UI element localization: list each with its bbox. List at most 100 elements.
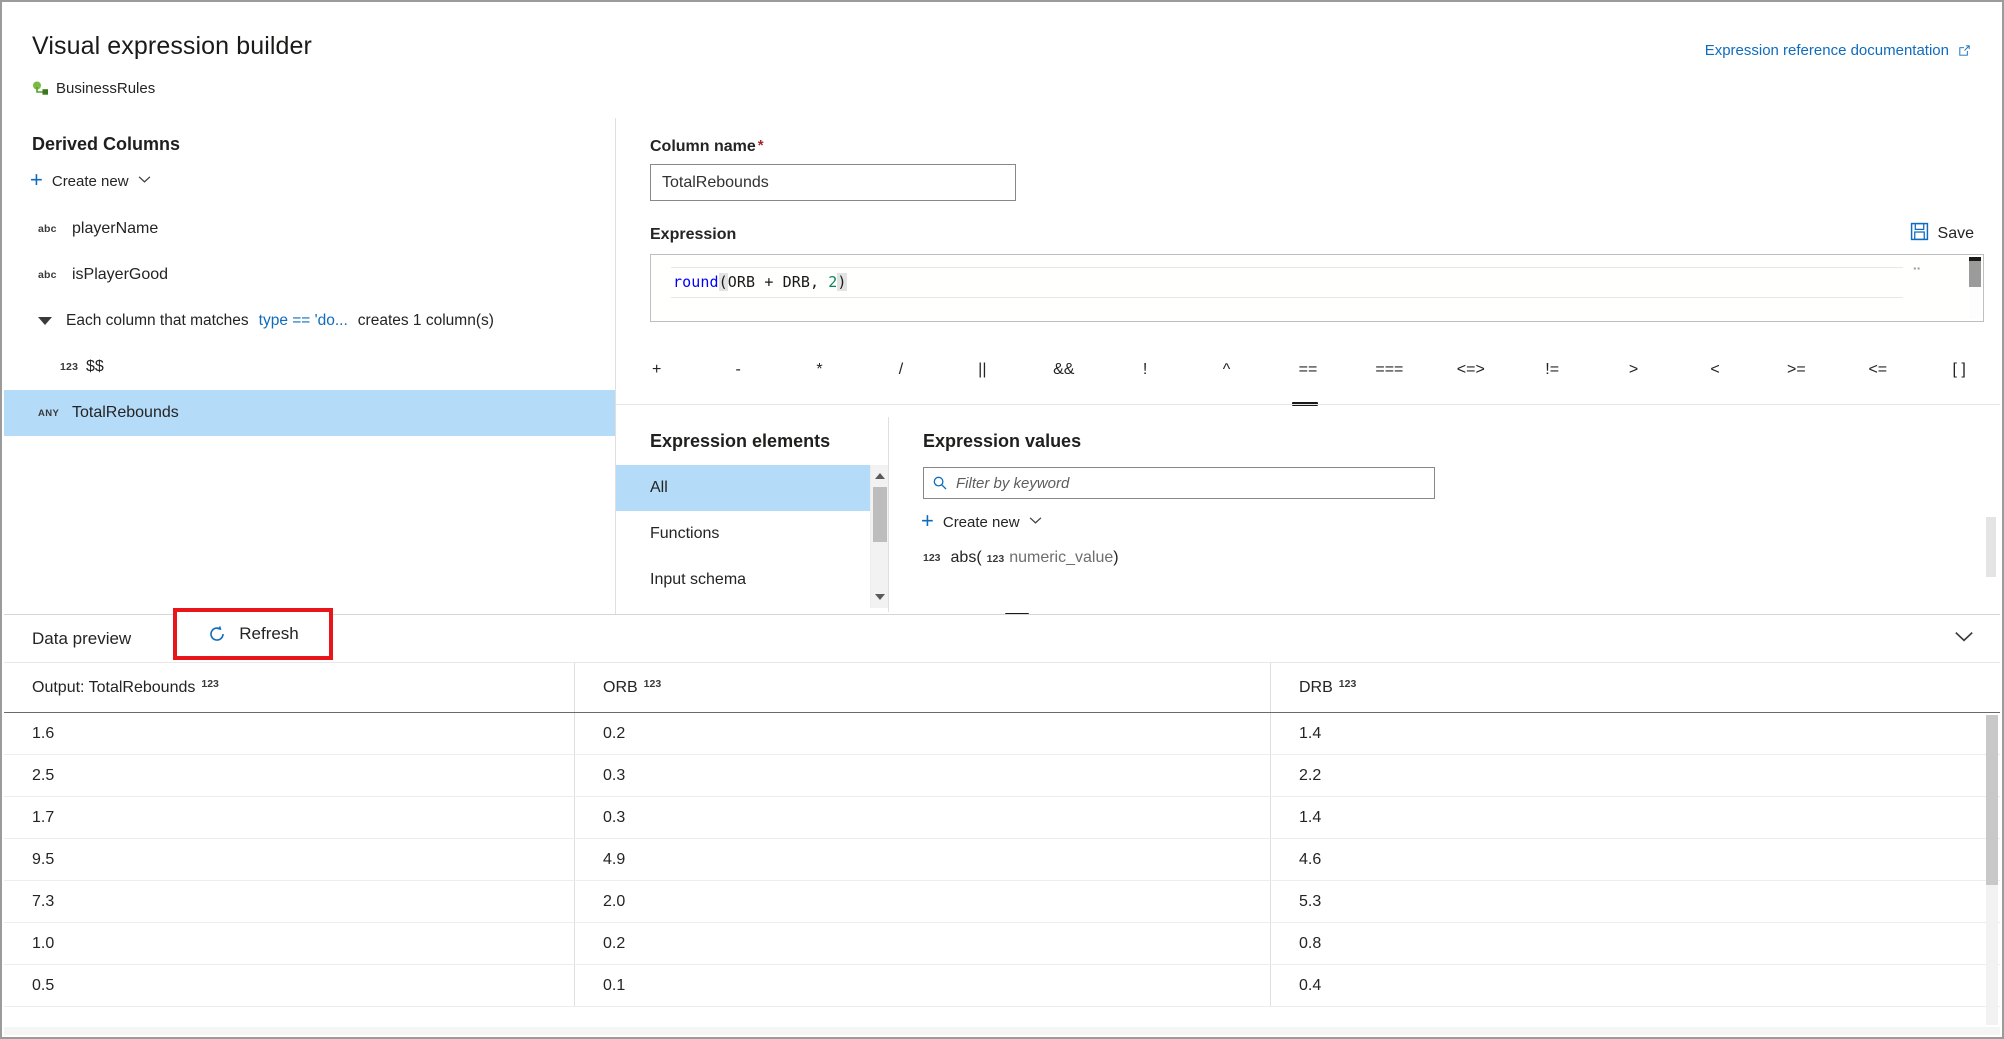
code-minimap-marker: ▪▪ — [1913, 264, 1921, 273]
table-row[interactable]: 1.7 0.3 1.4 — [4, 797, 2000, 839]
derived-column-stream-icon — [32, 81, 49, 96]
table-cell: 0.5 — [4, 965, 575, 1006]
data-preview-panel: Data preview Refresh Output: TotalReboun… — [4, 614, 2000, 1035]
expression-element-functions[interactable]: Functions — [616, 511, 870, 557]
operator-less-than[interactable]: < — [1674, 362, 1755, 378]
operator-strict-equals[interactable]: === — [1349, 362, 1430, 378]
table-cell: 9.5 — [4, 839, 575, 880]
column-header-drb[interactable]: DRB 123 — [1271, 663, 2000, 712]
refresh-button-annotation: Refresh — [173, 608, 333, 660]
operator-divide[interactable]: / — [860, 362, 941, 378]
column-name-label: playerName — [72, 220, 158, 238]
token-function: round — [673, 273, 719, 291]
expression-code-editor[interactable]: ▪▪ round(ORB + DRB, 2) — [650, 254, 1984, 322]
stream-breadcrumb[interactable]: BusinessRules — [32, 80, 155, 97]
operator-greater-equal[interactable]: >= — [1756, 362, 1837, 378]
filter-keyword-field[interactable] — [923, 467, 1435, 499]
table-cell: 0.4 — [1271, 965, 2000, 1006]
expression-values-scrollbar[interactable] — [1986, 517, 1996, 577]
operator-greater-than[interactable]: > — [1593, 362, 1674, 378]
expression-element-all[interactable]: All — [616, 465, 870, 511]
expression-values-title: Expression values — [923, 431, 1081, 452]
expression-elements-list: All Functions Input schema — [616, 465, 870, 614]
create-new-label: Create new — [52, 173, 129, 190]
expression-value-item-abs[interactable]: 123 abs(123numeric_value) — [923, 549, 1119, 567]
expression-label: Expression — [650, 226, 736, 244]
table-header-row: Output: TotalRebounds 123 ORB 123 DRB 12… — [4, 663, 2000, 713]
function-signature: abs(123numeric_value) — [951, 549, 1119, 567]
plus-icon: + — [921, 510, 934, 532]
expression-elements-panel: Expression elements All Functions Input … — [616, 409, 888, 614]
chevron-down-icon — [1029, 516, 1042, 528]
table-horizontal-scrollbar[interactable] — [4, 1027, 2000, 1035]
triangle-down-icon — [38, 317, 52, 325]
create-new-column-button[interactable]: + Create new — [30, 170, 151, 192]
operator-or[interactable]: || — [942, 362, 1023, 378]
column-type-badge: 123 — [201, 678, 219, 690]
visual-expression-builder-window: Visual expression builder Expression ref… — [0, 0, 2004, 1039]
operator-less-equal[interactable]: <= — [1837, 362, 1918, 378]
column-name-label: $$ — [86, 358, 104, 376]
create-new-value-button[interactable]: + Create new — [921, 511, 1042, 533]
table-row[interactable]: 0.5 0.1 0.4 — [4, 965, 2000, 1007]
filter-input[interactable] — [954, 474, 1434, 493]
column-header-orb[interactable]: ORB 123 — [575, 663, 1271, 712]
table-row[interactable]: 7.3 2.0 5.3 — [4, 881, 2000, 923]
table-row[interactable]: 2.5 0.3 2.2 — [4, 755, 2000, 797]
data-preview-title: Data preview — [32, 629, 131, 649]
save-button[interactable]: Save — [1910, 222, 1974, 246]
token-args: ORB + DRB, — [728, 273, 828, 291]
table-row[interactable]: 9.5 4.9 4.6 — [4, 839, 2000, 881]
operator-not[interactable]: ! — [1104, 362, 1185, 378]
table-row[interactable]: 1.0 0.2 0.8 — [4, 923, 2000, 965]
operator-not-equals[interactable]: != — [1511, 362, 1592, 378]
close-paren: ) — [1113, 549, 1118, 566]
derived-column-item-dollar-dollar[interactable]: 123 $$ — [4, 344, 616, 390]
refresh-button[interactable]: Refresh — [239, 624, 299, 644]
operator-toolbar: + - * / || && ! ^ == === <=> != > < >= <… — [616, 350, 2000, 390]
expression-element-input-schema[interactable]: Input schema — [616, 557, 870, 603]
derived-column-item-isPlayerGood[interactable]: abc isPlayerGood — [4, 252, 616, 298]
operator-brackets[interactable]: [ ] — [1919, 362, 2000, 378]
save-label: Save — [1938, 225, 1974, 243]
table-cell: 0.3 — [575, 755, 1271, 796]
column-name-label: isPlayerGood — [72, 266, 168, 284]
operator-caret[interactable]: ^ — [1186, 362, 1267, 378]
derived-column-item-TotalRebounds[interactable]: ANY TotalRebounds — [4, 390, 616, 436]
table-cell: 1.4 — [1271, 797, 2000, 838]
table-vertical-scrollbar[interactable] — [1986, 715, 1998, 1025]
operator-null-safe-equals[interactable]: <=> — [1430, 362, 1511, 378]
rule-condition[interactable]: type == 'do... — [259, 312, 348, 330]
table-cell: 0.8 — [1271, 923, 2000, 964]
rule-prefix: Each column that matches — [66, 312, 249, 330]
column-pattern-rule[interactable]: Each column that matches type == 'do... … — [4, 298, 616, 344]
scroll-down-arrow-icon[interactable] — [875, 594, 885, 600]
scroll-up-arrow-icon[interactable] — [875, 473, 885, 479]
column-header-output-totalrebounds[interactable]: Output: TotalRebounds 123 — [4, 663, 575, 712]
column-header-label: DRB — [1299, 679, 1333, 697]
scrollbar-thumb[interactable] — [1986, 715, 1998, 885]
expression-elements-scrollbar[interactable] — [870, 465, 888, 608]
operator-equals[interactable]: == — [1267, 362, 1348, 378]
derived-columns-title: Derived Columns — [32, 134, 180, 155]
table-cell: 0.1 — [575, 965, 1271, 1006]
table-cell: 4.6 — [1271, 839, 2000, 880]
expression-reference-documentation-link[interactable]: Expression reference documentation — [1705, 42, 1972, 59]
function-name: abs( — [951, 549, 982, 566]
operator-minus[interactable]: - — [697, 362, 778, 378]
operator-plus[interactable]: + — [616, 362, 697, 378]
derived-column-item-playerName[interactable]: abc playerName — [4, 206, 616, 252]
scrollbar-thumb[interactable] — [1969, 257, 1981, 287]
column-name-label: TotalRebounds — [72, 404, 179, 422]
operator-and[interactable]: && — [1023, 362, 1104, 378]
doc-link-label: Expression reference documentation — [1705, 42, 1949, 59]
column-name-label-text: Column name — [650, 138, 756, 155]
expression-vertical-scrollbar[interactable] — [1969, 257, 1981, 319]
column-name-input[interactable] — [650, 164, 1016, 201]
collapse-data-preview-chevron-icon[interactable] — [1954, 630, 1974, 648]
refresh-icon — [207, 624, 227, 644]
data-preview-header: Data preview Refresh — [4, 615, 2000, 663]
scrollbar-thumb[interactable] — [873, 487, 887, 542]
operator-multiply[interactable]: * — [779, 362, 860, 378]
table-row[interactable]: 1.6 0.2 1.4 — [4, 713, 2000, 755]
